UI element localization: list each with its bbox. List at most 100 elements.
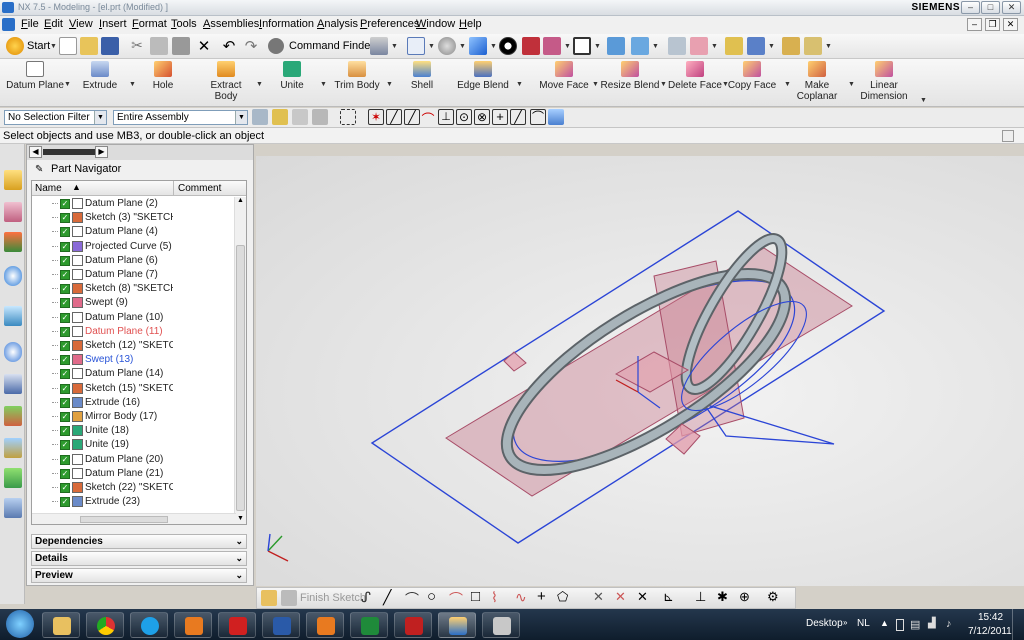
menu-help[interactable]: Help	[459, 18, 482, 30]
preview-panel[interactable]: Preview ⌄	[31, 568, 247, 583]
stack-icon[interactable]	[668, 37, 686, 55]
doc-restore-button[interactable]: ❐	[985, 18, 1000, 31]
visibility-checkbox[interactable]: ✓	[60, 412, 70, 422]
language-indicator[interactable]: NL	[857, 618, 870, 629]
start-button[interactable]: Start	[27, 40, 50, 52]
snap-quadrant-icon[interactable]: ⊥	[438, 109, 454, 125]
visibility-checkbox[interactable]: ✓	[60, 284, 70, 295]
taskbar-app-butterfly[interactable]	[174, 612, 212, 638]
rectangle-icon[interactable]: □	[471, 588, 480, 605]
system-scenes-icon[interactable]	[4, 498, 22, 518]
visibility-checkbox[interactable]: ✓	[60, 312, 70, 323]
menu-insert[interactable]: Insert	[99, 18, 127, 30]
orient-view-icon[interactable]	[438, 37, 456, 55]
chevron-down-icon[interactable]: ▼	[50, 43, 57, 50]
cut-icon[interactable]: ✂	[128, 37, 146, 55]
close-button[interactable]: ✕	[1002, 1, 1021, 14]
filter-settings-icon[interactable]	[252, 109, 268, 125]
taskbar-skype[interactable]	[130, 612, 168, 638]
arc-icon[interactable]: ⌒	[405, 589, 419, 609]
chevron-down-icon[interactable]: ▼	[428, 43, 435, 50]
hd3d-tools-icon[interactable]	[4, 306, 22, 326]
visibility-checkbox[interactable]: ✓	[60, 383, 70, 394]
quick-extend-icon[interactable]: ✕	[615, 589, 626, 605]
chevron-down-icon[interactable]: ▼	[652, 43, 659, 50]
assembly-navigator-icon[interactable]	[4, 170, 22, 190]
chevron-down-icon[interactable]: ▼	[64, 81, 71, 88]
chevron-down-icon[interactable]: ▼	[320, 81, 327, 88]
resize-blend-button[interactable]: Resize Blend	[600, 61, 660, 91]
finish-sketch-icon[interactable]	[281, 590, 297, 606]
battery-icon[interactable]	[896, 619, 904, 631]
chevron-down-icon[interactable]: ▼	[459, 43, 466, 50]
manufacturing-wizards-icon[interactable]	[4, 438, 22, 458]
measure-icon[interactable]	[782, 37, 800, 55]
menu-tools[interactable]: Tools	[171, 18, 197, 30]
visibility-checkbox[interactable]: ✓	[60, 468, 70, 479]
taskbar-paint[interactable]	[482, 612, 520, 638]
sketch-settings-icon[interactable]: ⚙	[767, 589, 779, 605]
selection-filter-select[interactable]: No Selection Filter ▼	[4, 110, 107, 125]
desktop-toolbar[interactable]: Desktop	[806, 618, 843, 629]
move-face-button[interactable]: Move Face	[538, 61, 590, 91]
chevron-right-icon[interactable]: »	[843, 618, 847, 627]
new-file-icon[interactable]	[59, 37, 77, 55]
column-name[interactable]: Name	[35, 183, 62, 194]
snap-point-icon[interactable]: +	[492, 109, 508, 125]
make-corner-icon[interactable]: ✕	[637, 589, 648, 605]
windows-start-button[interactable]	[6, 610, 34, 638]
auto-constrain-icon[interactable]: ✱	[717, 589, 728, 605]
selection-scope-select[interactable]: Entire Assembly ▼	[113, 110, 248, 125]
extrude-button[interactable]: Extrude	[78, 61, 122, 91]
chevron-down-icon[interactable]: ▼	[490, 43, 497, 50]
maximize-button[interactable]: □	[981, 1, 1000, 14]
visibility-checkbox[interactable]: ✓	[60, 483, 70, 493]
tree-row[interactable]: ✓ Sketch (22) "SKETC...	[32, 481, 232, 495]
nx-app-icon[interactable]	[2, 2, 14, 13]
menu-view[interactable]: View	[69, 18, 93, 30]
clock-date[interactable]: 7/12/2011	[968, 626, 1012, 637]
profile-icon[interactable]: ᔑ	[361, 589, 371, 606]
show-desktop-button[interactable]	[1012, 609, 1024, 640]
menu-window[interactable]: Window	[416, 18, 455, 30]
taskbar-app-butterfly-2[interactable]	[306, 612, 344, 638]
roles-icon[interactable]	[4, 468, 22, 488]
show-hide-icon[interactable]	[725, 37, 743, 55]
constraints-icon[interactable]: ⊥	[695, 589, 706, 605]
chevron-down-icon[interactable]: ▼	[94, 111, 106, 124]
column-divider[interactable]	[173, 181, 174, 196]
datum-plane-button[interactable]: Datum Plane	[4, 61, 66, 91]
chevron-down-icon[interactable]: ▼	[711, 43, 718, 50]
analysis-icon[interactable]	[804, 37, 822, 55]
delete-face-button[interactable]: Delete Face	[667, 61, 723, 91]
unite-button[interactable]: Unite	[272, 61, 312, 91]
history-icon[interactable]	[4, 342, 22, 362]
model-view[interactable]	[256, 156, 1024, 586]
visibility-checkbox[interactable]: ✓	[60, 270, 70, 280]
tree-row[interactable]: ✓ Datum Plane (6)	[32, 254, 232, 268]
tree-row[interactable]: ✓ Datum Plane (21)	[32, 467, 232, 481]
snap-line-icon[interactable]: ╱	[386, 109, 402, 125]
taskbar-acrobat-2[interactable]	[394, 612, 432, 638]
visibility-checkbox[interactable]: ✓	[60, 255, 70, 266]
linear-dimension-button[interactable]: Linear Dimension	[858, 61, 910, 102]
menu-information[interactable]: Information	[259, 18, 314, 30]
circle-icon[interactable]: ○	[427, 588, 436, 605]
snap-center-icon[interactable]: ⊙	[456, 109, 472, 125]
tree-row[interactable]: ✓ Datum Plane (10)	[32, 311, 232, 325]
command-finder-button[interactable]: Command Finder	[289, 40, 374, 52]
chevron-down-icon[interactable]: ▼	[920, 97, 927, 104]
taskbar-explorer[interactable]	[42, 612, 80, 638]
visibility-checkbox[interactable]: ✓	[60, 326, 70, 337]
quick-trim-icon[interactable]: ✕	[593, 589, 604, 605]
tree-row[interactable]: ✓ Datum Plane (7)	[32, 268, 232, 282]
trim-body-button[interactable]: Trim Body	[332, 61, 382, 91]
studio-icon[interactable]	[543, 37, 561, 55]
minimize-button[interactable]: –	[961, 1, 980, 14]
visibility-checkbox[interactable]: ✓	[60, 213, 70, 224]
system-materials-icon[interactable]	[4, 374, 22, 394]
paste-icon[interactable]	[172, 37, 190, 55]
document-icon[interactable]	[2, 18, 15, 31]
chevron-left-icon[interactable]: ◀	[29, 146, 42, 158]
dependencies-panel[interactable]: Dependencies ⌄	[31, 534, 247, 549]
